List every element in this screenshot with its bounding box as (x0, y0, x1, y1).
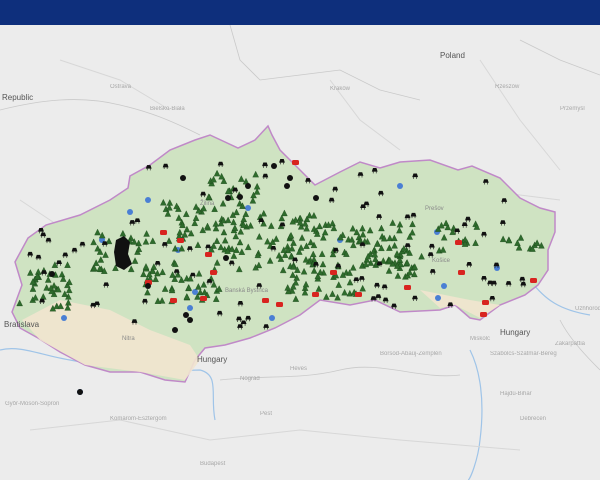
red-animal-marker[interactable] (482, 300, 489, 305)
faint-place-label: Nógrád (240, 376, 260, 382)
faint-place-label: Przemyśl (560, 106, 585, 112)
red-animal-marker[interactable] (177, 238, 184, 243)
faint-place-label: Komárom-Esztergom (110, 416, 167, 422)
faint-place-label: Uzhhorod (575, 306, 600, 312)
black-dot-marker[interactable] (237, 194, 243, 200)
black-dot-marker[interactable] (245, 183, 251, 189)
city-dot-marker[interactable] (269, 315, 275, 321)
city-dot-marker[interactable] (61, 315, 67, 321)
faint-place-label: Debrecen (520, 416, 546, 422)
black-dot-marker[interactable] (180, 175, 186, 181)
red-animal-marker[interactable] (458, 270, 465, 275)
red-animal-marker[interactable] (404, 285, 411, 290)
red-animal-marker[interactable] (262, 298, 269, 303)
city-dot-marker[interactable] (397, 183, 403, 189)
faint-place-label: Miskolc (470, 336, 490, 342)
black-dot-marker[interactable] (77, 389, 83, 395)
red-animal-marker[interactable] (205, 252, 212, 257)
red-animal-marker[interactable] (292, 160, 299, 165)
black-dot-marker[interactable] (284, 183, 290, 189)
city-dot-marker[interactable] (145, 197, 151, 203)
red-animal-marker[interactable] (210, 270, 217, 275)
map-canvas[interactable]: Poland Republic Hungary Hungary Bratisla… (0, 25, 600, 480)
faint-place-label: Borsod-Abaúj-Zemplén (380, 351, 442, 357)
red-animal-marker[interactable] (170, 298, 177, 303)
black-dot-marker[interactable] (183, 312, 189, 318)
black-dot-marker[interactable] (49, 271, 55, 277)
country-label-hungary-west: Hungary (197, 355, 227, 364)
black-dot-marker[interactable] (187, 317, 193, 323)
red-animal-marker[interactable] (330, 270, 337, 275)
black-dot-marker[interactable] (223, 255, 229, 261)
black-dot-marker[interactable] (172, 327, 178, 333)
city-dot-marker[interactable] (245, 205, 251, 211)
red-animal-marker[interactable] (355, 292, 362, 297)
faint-place-label: Szabolcs-Szatmár-Bereg (490, 351, 557, 357)
red-animal-marker[interactable] (530, 278, 537, 283)
country-label-hungary-east: Hungary (500, 328, 530, 337)
red-animal-marker[interactable] (312, 292, 319, 297)
city-label-presov: Prešov (425, 206, 444, 212)
country-label-czech-republic: Republic (2, 93, 33, 102)
faint-place-label: Pest (260, 411, 272, 417)
city-label-banska-bystrica: Banská Bystrica (225, 288, 269, 294)
faint-place-label: Hajdú-Bihar (500, 391, 532, 397)
black-dot-marker[interactable] (313, 195, 319, 201)
red-animal-marker[interactable] (200, 296, 207, 301)
faint-place-label: Bielsko-Biała (150, 106, 185, 112)
faint-place-label: Ostrava (110, 84, 132, 90)
faint-place-label: Győr-Moson-Sopron (5, 401, 59, 407)
black-dot-marker[interactable] (287, 175, 293, 181)
country-label-poland: Poland (440, 51, 465, 60)
black-dot-marker[interactable] (271, 163, 277, 169)
city-label-nitra: Nitra (122, 336, 135, 342)
city-label-bratislava: Bratislava (4, 320, 40, 329)
red-animal-marker[interactable] (160, 230, 167, 235)
city-label-kosice: Košice (432, 258, 451, 264)
red-animal-marker[interactable] (276, 302, 283, 307)
faint-place-label: Kraków (330, 86, 351, 92)
red-animal-marker[interactable] (455, 240, 462, 245)
city-dot-marker[interactable] (435, 295, 441, 301)
city-dot-marker[interactable] (441, 283, 447, 289)
city-dot-marker[interactable] (127, 209, 133, 215)
red-animal-marker[interactable] (480, 312, 487, 317)
faint-place-label: Rzeszów (495, 84, 520, 90)
city-dot-marker[interactable] (187, 305, 193, 311)
black-dot-marker[interactable] (225, 195, 231, 201)
black-dot-marker[interactable] (145, 283, 151, 289)
faint-place-label: Budapest (200, 461, 226, 467)
top-header-bar (0, 0, 600, 25)
faint-place-label: Zakarpattia (555, 341, 586, 347)
faint-place-label: Heves (290, 366, 307, 372)
